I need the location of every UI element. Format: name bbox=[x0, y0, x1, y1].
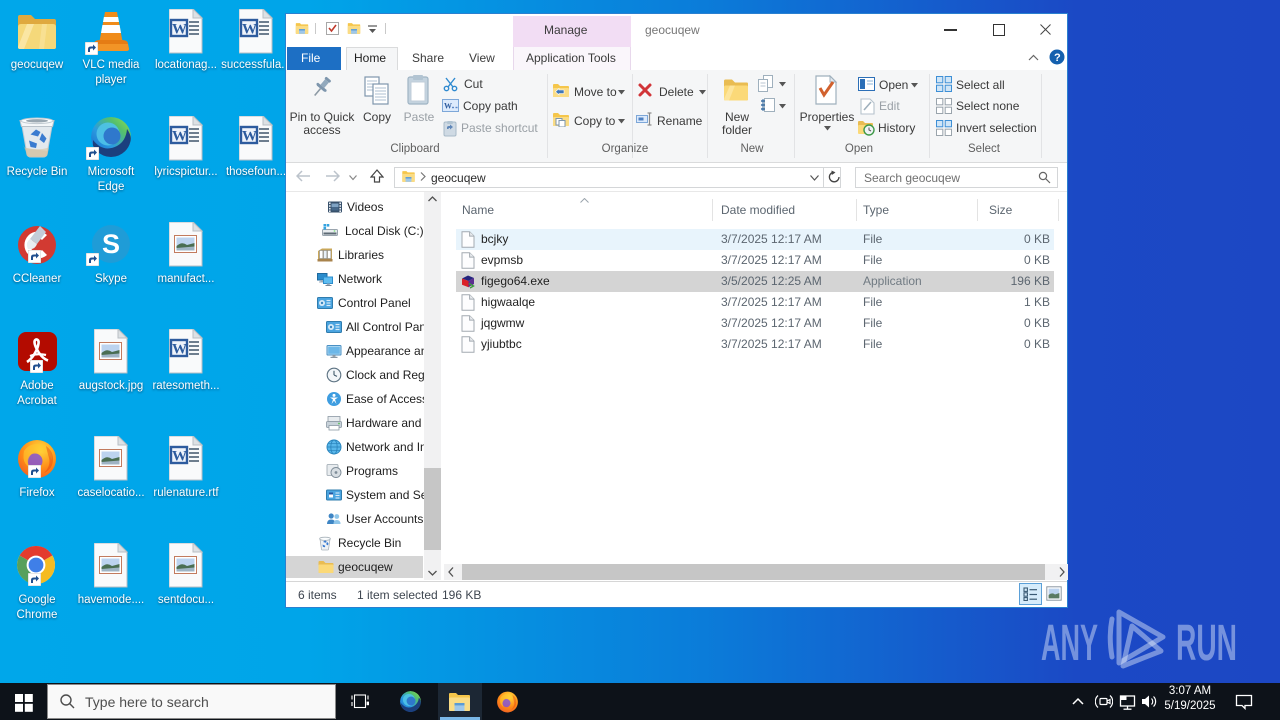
svg-text:RUN: RUN bbox=[1176, 614, 1237, 671]
svg-text:W: W bbox=[444, 102, 452, 111]
svg-text:ANY: ANY bbox=[1041, 614, 1098, 671]
svg-text:?: ? bbox=[1054, 52, 1061, 64]
